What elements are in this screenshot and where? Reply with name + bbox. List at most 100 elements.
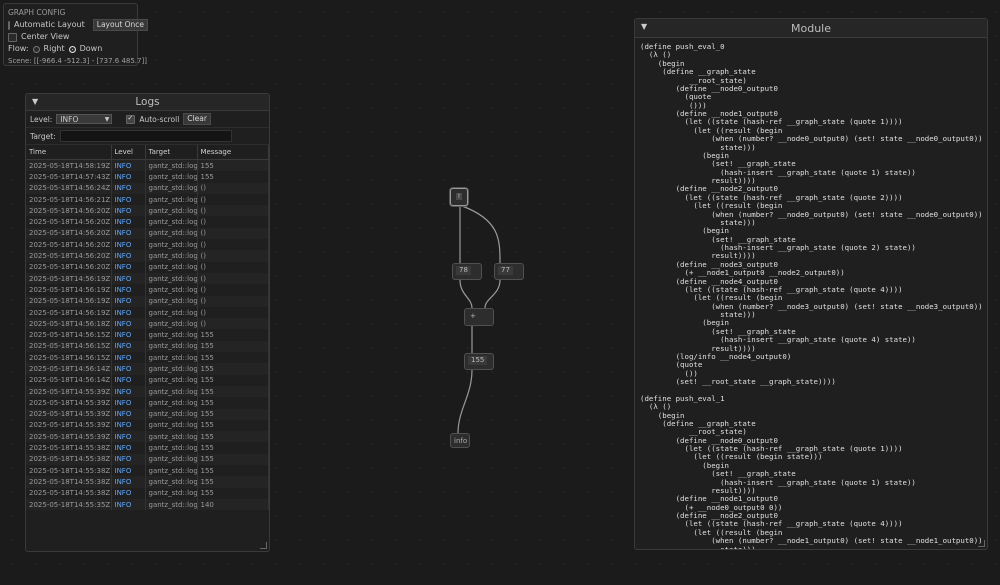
log-time: 2025-05-18T14:56:20Z [26, 239, 112, 251]
table-row[interactable]: 2025-05-18T14:56:19Z INFO gantz_std::log() [26, 306, 269, 319]
layout-once-button[interactable]: Layout Once [92, 19, 149, 31]
edge-78-add [459, 279, 473, 309]
log-time: 2025-05-18T14:56:19Z [26, 284, 112, 296]
automatic-layout-row[interactable]: Automatic Layout Layout Once [8, 19, 149, 31]
log-message: () [197, 295, 269, 307]
table-row[interactable]: 2025-05-18T14:55:39Z INFO gantz_std::log 15… [26, 408, 269, 420]
column-header-target[interactable]: Target [145, 145, 198, 160]
flow-right-radio[interactable] [32, 45, 40, 53]
log-time: 2025-05-18T14:56:20Z [26, 261, 112, 273]
flow-down-label[interactable]: Down [80, 43, 103, 55]
graph-node-77[interactable]: 77 [494, 263, 524, 280]
table-row[interactable]: 2025-05-18T14:56:19Z INFO gantz_std::log() [26, 272, 269, 285]
autoscroll-checkbox[interactable] [126, 114, 136, 124]
table-row[interactable]: 2025-05-18T14:55:38Z INFO gantz_std::log 15… [26, 442, 269, 454]
graph-config-panel: GRAPH CONFIG Automatic Layout Layout Onc… [3, 3, 149, 66]
log-level: INFO [111, 431, 146, 443]
table-row[interactable]: 2025-05-18T14:55:39Z INFO gantz_std::log 15… [26, 431, 269, 443]
graph-node-bang[interactable]: ! [450, 188, 468, 206]
table-row[interactable]: 2025-05-18T14:55:38Z INFO gantz_std::log 15… [26, 453, 269, 466]
target-input[interactable] [59, 130, 232, 142]
log-target: gantz_std::log [145, 397, 198, 409]
table-row[interactable]: 2025-05-18T14:55:38Z INFO gantz_std::log 15… [26, 465, 269, 477]
clear-button[interactable]: Clear [183, 113, 211, 125]
log-time: 2025-05-18T14:56:20Z [26, 205, 112, 217]
table-row[interactable]: 2025-05-18T14:55:39Z INFO gantz_std::log 15… [26, 419, 269, 432]
flow-right-label[interactable]: Right [44, 43, 65, 55]
graph-node-info[interactable]: info [450, 433, 470, 448]
table-row[interactable]: 2025-05-18T14:56:21Z INFO gantz_std::log() [26, 193, 269, 206]
logs-header[interactable]: ▼ Logs [26, 94, 269, 111]
log-target: gantz_std::log [145, 340, 198, 353]
table-row[interactable]: 2025-05-18T14:56:19Z INFO gantz_std::log() [26, 284, 269, 296]
column-header-time[interactable]: Time [26, 145, 112, 160]
log-level: INFO [111, 205, 146, 217]
flow-row: Flow: Right Down [8, 43, 133, 55]
node-graph[interactable]: ! 78 77 + 155 info [440, 180, 540, 455]
table-row[interactable]: 2025-05-18T14:56:15Z INFO gantz_std::log 15… [26, 352, 269, 364]
table-row[interactable]: 2025-05-18T14:56:19Z INFO gantz_std::log() [26, 295, 269, 307]
table-row[interactable]: 2025-05-18T14:56:20Z INFO gantz_std::log() [26, 239, 269, 251]
resize-grip-icon[interactable] [978, 540, 985, 547]
table-row[interactable]: 2025-05-18T14:56:20Z INFO gantz_std::log() [26, 205, 269, 217]
center-view-row[interactable]: Center View [8, 31, 133, 43]
table-row[interactable]: 2025-05-18T14:56:14Z INFO gantz_std::log 15… [26, 363, 269, 375]
log-target: gantz_std::log [145, 487, 198, 499]
node-78-value[interactable]: 78 [456, 266, 471, 275]
table-row[interactable]: 2025-05-18T14:56:14Z INFO gantz_std::log 15… [26, 374, 269, 386]
graph-node-155[interactable]: 155 [464, 353, 494, 370]
node-77-value[interactable]: 77 [498, 266, 513, 275]
log-message: () [197, 261, 269, 273]
log-message: 155 [197, 487, 269, 499]
table-row[interactable]: 2025-05-18T14:55:35Z INFO gantz_std::log 14… [26, 498, 269, 511]
log-time: 2025-05-18T14:56:14Z [26, 363, 112, 375]
log-target: gantz_std::log [145, 295, 198, 307]
table-row[interactable]: 2025-05-18T14:55:38Z INFO gantz_std::log 15… [26, 487, 269, 499]
graph-node-78[interactable]: 78 [452, 263, 482, 280]
module-header[interactable]: ▼ Module [635, 19, 987, 38]
log-level: INFO [111, 397, 146, 409]
column-header-level[interactable]: Level [111, 145, 146, 160]
table-row[interactable]: 2025-05-18T14:56:20Z INFO gantz_std::log() [26, 261, 269, 273]
table-row[interactable]: 2025-05-18T14:58:19Z INFO gantz_std::log 15… [26, 159, 269, 172]
log-message: 155 [197, 352, 269, 364]
table-row[interactable]: 2025-05-18T14:56:24Z INFO gantz_std::log() [26, 182, 269, 194]
log-message: 155 [197, 453, 269, 466]
logs-controls: Level: INFO Auto-scroll Clear [26, 111, 269, 128]
log-time: 2025-05-18T14:56:15Z [26, 340, 112, 353]
log-time: 2025-05-18T14:55:39Z [26, 408, 112, 420]
table-row[interactable]: 2025-05-18T14:57:43Z INFO gantz_std::log 15… [26, 171, 269, 183]
node-155-value[interactable]: 155 [468, 356, 488, 365]
automatic-layout-checkbox[interactable] [8, 20, 10, 30]
logs-title: Logs [135, 96, 160, 108]
column-header-message[interactable]: Message [197, 145, 269, 160]
log-time: 2025-05-18T14:56:20Z [26, 227, 112, 240]
table-row[interactable]: 2025-05-18T14:56:20Z INFO gantz_std::log() [26, 227, 269, 240]
log-level: INFO [111, 261, 146, 273]
resize-grip-icon[interactable] [260, 542, 267, 549]
log-message: 155 [197, 340, 269, 353]
table-row[interactable]: 2025-05-18T14:56:15Z INFO gantz_std::log 15… [26, 340, 269, 353]
log-target: gantz_std::log [145, 239, 198, 251]
table-row[interactable]: 2025-05-18T14:55:38Z INFO gantz_std::log 15… [26, 476, 269, 488]
table-row[interactable]: 2025-05-18T14:55:39Z INFO gantz_std::log 15… [26, 397, 269, 409]
center-view-checkbox[interactable] [8, 32, 17, 42]
log-target: gantz_std::log [145, 374, 198, 386]
table-row[interactable]: 2025-05-18T14:56:20Z INFO gantz_std::log() [26, 216, 269, 228]
log-target: gantz_std::log [145, 408, 198, 420]
log-level: INFO [111, 465, 146, 477]
log-message: 155 [197, 363, 269, 375]
table-row[interactable]: 2025-05-18T14:55:39Z INFO gantz_std::log 15… [26, 385, 269, 398]
table-row[interactable]: 2025-05-18T14:56:18Z INFO gantz_std::log() [26, 318, 269, 330]
flow-down-radio[interactable] [68, 45, 76, 53]
edge-bang-77 [461, 205, 501, 264]
table-row[interactable]: 2025-05-18T14:56:15Z INFO gantz_std::log 15… [26, 329, 269, 341]
scene-readout: Scene: [[-966.4 -512.3] - [737.6 485.7]] [8, 57, 147, 65]
log-message: 155 [197, 171, 269, 183]
module-code[interactable]: (define push_eval_0 (λ () (begin (define… [635, 38, 987, 549]
table-row[interactable]: 2025-05-18T14:56:20Z INFO gantz_std::log() [26, 250, 269, 262]
graph-node-add[interactable]: + [464, 308, 494, 326]
level-select[interactable]: INFO [56, 114, 113, 125]
log-message: () [197, 182, 269, 194]
log-target: gantz_std::log [145, 171, 198, 183]
